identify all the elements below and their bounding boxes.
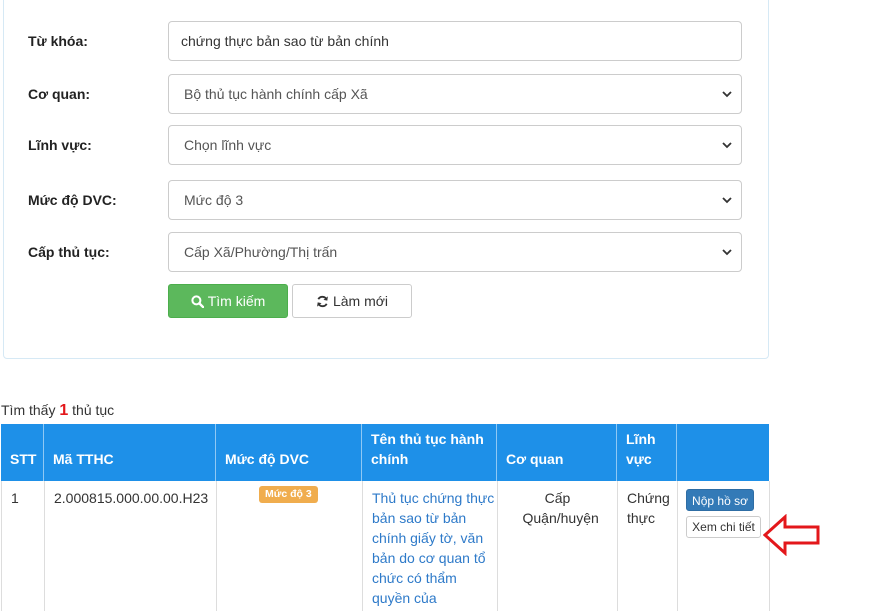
procedure-name-link[interactable]: Thủ tục chứng thực bản sao từ bản chính …	[363, 481, 498, 611]
result-count: Tìm thấy 1 thủ tục	[1, 402, 114, 420]
field-select[interactable]: Chọn lĩnh vực	[168, 125, 742, 165]
cell-stt: 1	[2, 481, 45, 611]
search-icon	[191, 295, 204, 309]
agency-label: Cơ quan:	[28, 86, 91, 102]
keyword-row: Từ khóa: chứng thực bản sao từ bản chính	[28, 21, 742, 61]
header-field: Lĩnh vực	[617, 424, 677, 481]
procedure-level-row: Cấp thủ tục: Cấp Xã/Phường/Thị trấn	[28, 232, 742, 272]
cell-agency: Cấp Quận/huyện	[498, 481, 618, 611]
result-count-number: 1	[59, 402, 69, 419]
service-level-select[interactable]: Mức độ 3	[168, 180, 742, 220]
refresh-icon	[317, 295, 328, 307]
chevron-down-icon	[722, 142, 732, 149]
field-select-value: Chọn lĩnh vực	[184, 137, 272, 153]
reset-button-label: Làm mới	[332, 293, 389, 309]
agency-row: Cơ quan: Bộ thủ tục hành chính cấp Xã	[28, 74, 742, 114]
cell-code: 2.000815.000.00.00.H23	[45, 481, 217, 611]
cell-actions: Nộp hồ sơ Xem chi tiết	[678, 481, 770, 611]
agency-select-value: Bộ thủ tục hành chính cấp Xã	[184, 86, 368, 102]
chevron-down-icon	[722, 249, 732, 256]
field-label: Lĩnh vực:	[28, 137, 92, 153]
service-level-select-value: Mức độ 3	[184, 192, 244, 208]
procedure-level-select[interactable]: Cấp Xã/Phường/Thị trấn	[168, 232, 742, 272]
view-detail-button[interactable]: Xem chi tiết	[686, 516, 761, 538]
service-level-label: Mức độ DVC:	[28, 192, 117, 208]
field-row: Lĩnh vực: Chọn lĩnh vực	[28, 125, 742, 165]
header-stt: STT	[1, 424, 44, 481]
chevron-down-icon	[722, 91, 732, 98]
search-button[interactable]: Tìm kiếm	[168, 284, 288, 318]
table-row: 1 2.000815.000.00.00.H23 Mức độ 3 Thủ tụ…	[1, 481, 770, 611]
keyword-label: Từ khóa:	[28, 33, 88, 49]
header-level: Mức độ DVC	[216, 424, 362, 481]
left-arrow-icon	[763, 514, 820, 556]
cell-level: Mức độ 3	[217, 481, 363, 611]
service-level-row: Mức độ DVC: Mức độ 3	[28, 180, 742, 220]
chevron-down-icon	[722, 197, 732, 204]
field-text: Chứng thực	[627, 490, 670, 526]
agency-select[interactable]: Bộ thủ tục hành chính cấp Xã	[168, 74, 742, 114]
procedure-level-label: Cấp thủ tục:	[28, 244, 110, 260]
level-badge: Mức độ 3	[259, 486, 318, 503]
table-header: STT Mã TTHC Mức độ DVC Tên thủ tục hành …	[1, 424, 769, 481]
cell-field: Chứng thực	[618, 481, 678, 611]
procedure-level-select-value: Cấp Xã/Phường/Thị trấn	[184, 244, 338, 260]
agency-text: Cấp Quận/huyện	[522, 490, 599, 526]
header-actions	[677, 424, 769, 481]
result-prefix: Tìm thấy	[1, 402, 56, 418]
submit-application-button[interactable]: Nộp hồ sơ	[686, 489, 754, 511]
search-button-label: Tìm kiếm	[207, 293, 266, 309]
result-suffix: thủ tục	[72, 402, 115, 418]
reset-button[interactable]: Làm mới	[292, 284, 412, 318]
header-agency: Cơ quan	[497, 424, 617, 481]
header-name: Tên thủ tục hành chính	[362, 424, 497, 481]
keyword-input[interactable]: chứng thực bản sao từ bản chính	[168, 21, 742, 61]
header-code: Mã TTHC	[44, 424, 216, 481]
